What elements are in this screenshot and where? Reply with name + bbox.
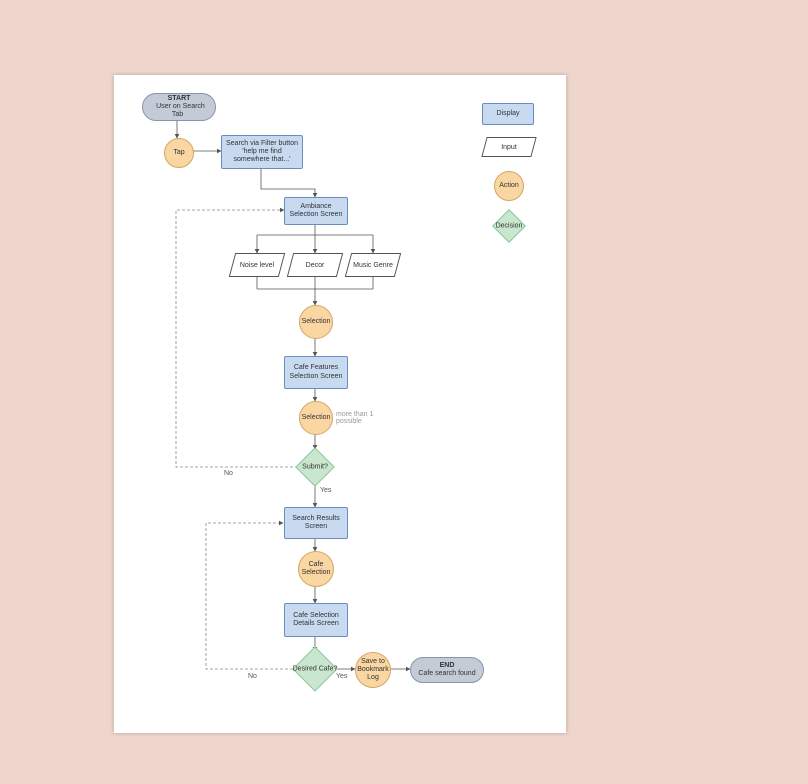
start-terminator: START User on Search Tab [142, 93, 216, 121]
submit-label: Submit? [302, 464, 328, 471]
search-filter-display: Search via Filter button 'help me find s… [221, 135, 303, 169]
legend-decision: Decision [494, 211, 524, 241]
decor-label: Decor [290, 253, 340, 277]
legend-decision-label: Decision [496, 223, 523, 230]
search-filter-label: Search via Filter button 'help me find s… [222, 138, 302, 166]
desired-yes-label: Yes [336, 673, 347, 680]
details-display: Cafe Selection Details Screen [284, 603, 348, 637]
selection1-label: Selection [299, 316, 334, 328]
end-subtitle: Cafe search found [415, 668, 478, 679]
tap-action: Tap [164, 138, 194, 168]
music-label: Music Genre [348, 253, 398, 277]
cafe-features-label: Cafe Features Selection Screen [285, 362, 347, 382]
legend-input: Input [484, 137, 534, 157]
noise-label: Noise level [232, 253, 282, 277]
details-label: Cafe Selection Details Screen [285, 610, 347, 630]
desired-label: Desired Cafe? [293, 666, 338, 673]
submit-yes-label: Yes [320, 487, 331, 494]
save-action: Save to Bookmark Log [355, 652, 391, 688]
submit-no-label: No [224, 470, 233, 477]
noise-input: Noise level [232, 253, 282, 277]
submit-decision: Submit? [297, 449, 333, 485]
desired-decision: Desired Cafe? [294, 648, 336, 690]
ambiance-label: Ambiance Selection Screen [285, 201, 347, 221]
cafe-selection-action: Cafe Selection [298, 551, 334, 587]
music-input: Music Genre [348, 253, 398, 277]
cafe-features-display: Cafe Features Selection Screen [284, 356, 348, 389]
results-label: Search Results Screen [285, 513, 347, 533]
end-terminator: END Cafe search found [410, 657, 484, 683]
desired-no-label: No [248, 673, 257, 680]
legend-display-label: Display [494, 108, 523, 120]
start-subtitle: User on Search Tab [153, 101, 205, 120]
save-label: Save to Bookmark Log [354, 656, 392, 684]
tap-label: Tap [170, 147, 187, 159]
selection2-label: Selection [299, 412, 334, 424]
legend-display: Display [482, 103, 534, 125]
decor-input: Decor [290, 253, 340, 277]
legend-action-label: Action [496, 180, 521, 192]
legend-action: Action [494, 171, 524, 201]
selection2-note: more than 1 possible [336, 411, 386, 425]
selection1-action: Selection [299, 305, 333, 339]
selection2-action: Selection [299, 401, 333, 435]
ambiance-display: Ambiance Selection Screen [284, 197, 348, 225]
legend-input-label: Input [484, 137, 534, 157]
cafe-selection-label: Cafe Selection [299, 559, 334, 579]
results-display: Search Results Screen [284, 507, 348, 539]
flowchart-canvas: START User on Search Tab Tap Search via … [114, 75, 566, 733]
